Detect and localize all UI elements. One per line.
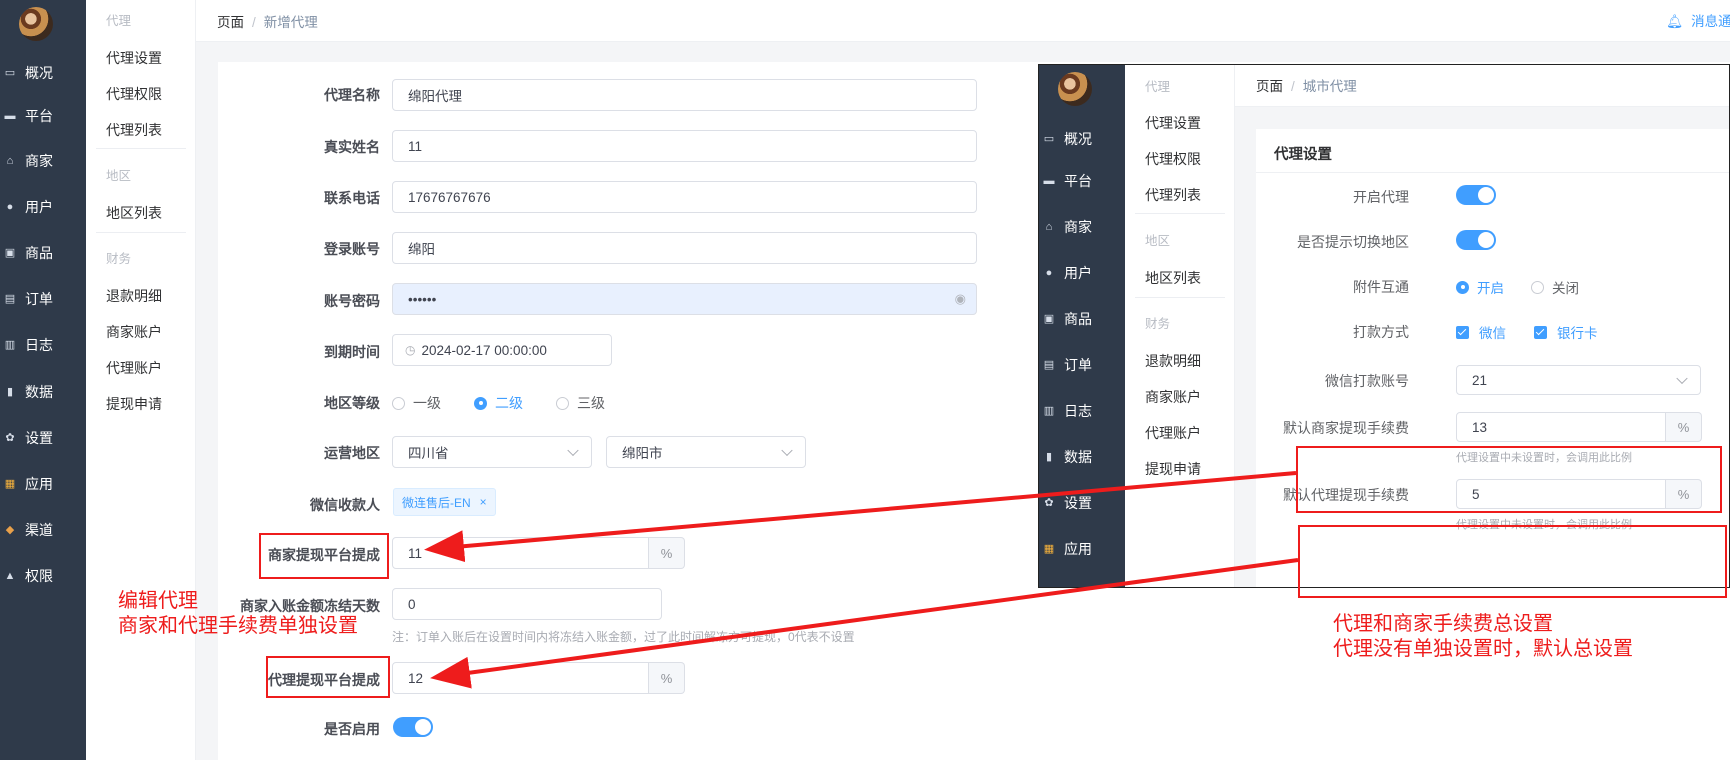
- arrow-agent: [430, 558, 1299, 689]
- arrow-merchant: [424, 471, 1297, 563]
- note-right: 代理和商家手续费总设置 代理没有单独设置时，默认总设置: [1333, 613, 1633, 660]
- note-left: 编辑代理 商家和代理手续费单独设置: [118, 590, 358, 637]
